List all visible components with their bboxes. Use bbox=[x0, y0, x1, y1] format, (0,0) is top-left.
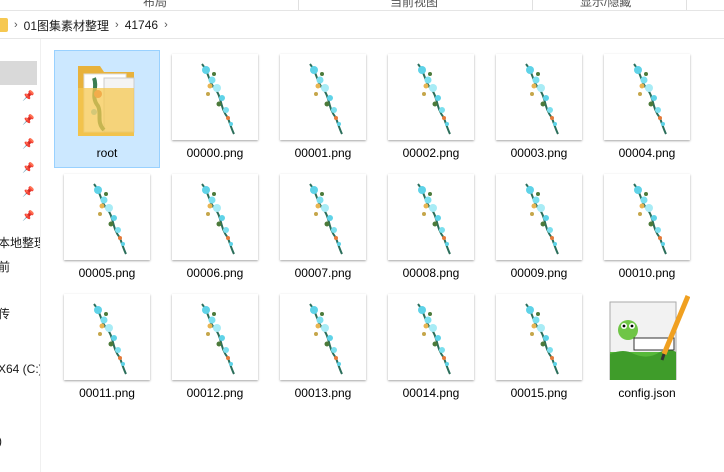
chevron-right-icon[interactable]: › bbox=[164, 19, 168, 31]
file-name-label: 00004.png bbox=[618, 146, 676, 160]
file-item[interactable]: 00008.png bbox=[378, 170, 484, 288]
file-item[interactable]: 00007.png bbox=[270, 170, 376, 288]
file-item[interactable]: 00005.png bbox=[54, 170, 160, 288]
file-name-label: 00002.png bbox=[402, 146, 460, 160]
ribbon-tab-layout[interactable]: 布局 bbox=[143, 0, 167, 10]
ribbon-tab-show-hide[interactable]: 显示/隐藏 bbox=[580, 0, 631, 10]
file-name-label: 00014.png bbox=[402, 386, 460, 400]
file-item[interactable]: 00002.png bbox=[378, 50, 484, 168]
image-thumbnail bbox=[496, 294, 582, 380]
ribbon-divider bbox=[686, 0, 687, 10]
nav-item-label[interactable]: X64 (C:) bbox=[0, 362, 40, 376]
file-item[interactable]: 00012.png bbox=[162, 290, 268, 408]
chevron-right-icon[interactable]: › bbox=[115, 19, 119, 31]
nav-item-label[interactable]: 本地整理 bbox=[0, 234, 40, 251]
file-item[interactable]: 00004.png bbox=[594, 50, 700, 168]
file-name-label: 00015.png bbox=[510, 386, 568, 400]
file-name-label: 00009.png bbox=[510, 266, 568, 280]
pin-icon: 📌 bbox=[22, 187, 35, 198]
file-item[interactable]: 00011.png bbox=[54, 290, 160, 408]
ribbon-divider bbox=[532, 0, 533, 10]
file-name-label: config.json bbox=[618, 386, 676, 400]
ribbon-tab-current-view[interactable]: 当前视图 bbox=[390, 0, 438, 10]
pin-icon: 📌 bbox=[22, 115, 35, 126]
image-thumbnail bbox=[64, 174, 150, 260]
image-thumbnail bbox=[388, 54, 474, 140]
file-item[interactable]: 00001.png bbox=[270, 50, 376, 168]
file-item[interactable]: 00006.png bbox=[162, 170, 268, 288]
breadcrumb-item[interactable]: 41746 bbox=[125, 18, 158, 32]
folder-item[interactable]: root bbox=[54, 50, 160, 168]
image-thumbnail bbox=[604, 174, 690, 260]
file-item[interactable]: 00014.png bbox=[378, 290, 484, 408]
image-thumbnail bbox=[280, 54, 366, 140]
file-name-label: 00010.png bbox=[618, 266, 676, 280]
image-thumbnail bbox=[388, 294, 474, 380]
pin-icon: 📌 bbox=[22, 163, 35, 174]
notepad-icon bbox=[604, 294, 691, 381]
file-item[interactable]: config.json bbox=[594, 290, 700, 408]
image-thumbnail bbox=[496, 54, 582, 140]
pin-icon: 📌 bbox=[22, 139, 35, 150]
address-bar[interactable]: › 01图集素材整理 › 41746 › bbox=[0, 12, 724, 39]
nav-item-label[interactable]: 前 bbox=[0, 258, 10, 275]
file-name-label: 00006.png bbox=[186, 266, 244, 280]
file-item[interactable]: 00015.png bbox=[486, 290, 592, 408]
file-name-label: 00012.png bbox=[186, 386, 244, 400]
scrollbar[interactable] bbox=[710, 39, 724, 472]
folder-icon bbox=[0, 18, 8, 32]
image-thumbnail bbox=[388, 174, 474, 260]
file-name-label: 00001.png bbox=[294, 146, 352, 160]
file-name-label: 00007.png bbox=[294, 266, 352, 280]
file-item[interactable]: 00013.png bbox=[270, 290, 376, 408]
image-thumbnail bbox=[172, 294, 258, 380]
ribbon-divider bbox=[298, 0, 299, 10]
file-name-label: 00013.png bbox=[294, 386, 352, 400]
nav-item-label[interactable]: 传 bbox=[0, 305, 10, 322]
file-item[interactable]: 00010.png bbox=[594, 170, 700, 288]
image-thumbnail bbox=[64, 294, 150, 380]
file-name-label: 00000.png bbox=[186, 146, 244, 160]
ribbon: 布局 当前视图 显示/隐藏 bbox=[0, 0, 724, 11]
pin-icon: 📌 bbox=[22, 91, 35, 102]
image-thumbnail bbox=[280, 174, 366, 260]
file-name-label: root bbox=[96, 146, 118, 160]
nav-selected-item[interactable] bbox=[0, 61, 37, 85]
image-thumbnail bbox=[172, 54, 258, 140]
file-name-label: 00005.png bbox=[78, 266, 136, 280]
file-name-label: 00008.png bbox=[402, 266, 460, 280]
chevron-right-icon[interactable]: › bbox=[14, 19, 18, 31]
pin-icon: 📌 bbox=[22, 211, 35, 222]
folder-icon bbox=[64, 54, 150, 140]
image-thumbnail bbox=[172, 174, 258, 260]
image-thumbnail bbox=[496, 174, 582, 260]
nav-item-label[interactable]: ) bbox=[0, 434, 2, 448]
file-name-label: 00003.png bbox=[510, 146, 568, 160]
navigation-pane: 📌 📌 📌 📌 📌 📌 本地整理 前 传 X64 (C:) ) bbox=[0, 39, 41, 472]
file-item[interactable]: 00003.png bbox=[486, 50, 592, 168]
image-thumbnail bbox=[604, 54, 690, 140]
file-item[interactable]: 00009.png bbox=[486, 170, 592, 288]
file-name-label: 00011.png bbox=[79, 386, 135, 400]
breadcrumb-item[interactable]: 01图集素材整理 bbox=[24, 17, 109, 34]
file-item[interactable]: 00000.png bbox=[162, 50, 268, 168]
image-thumbnail bbox=[280, 294, 366, 380]
